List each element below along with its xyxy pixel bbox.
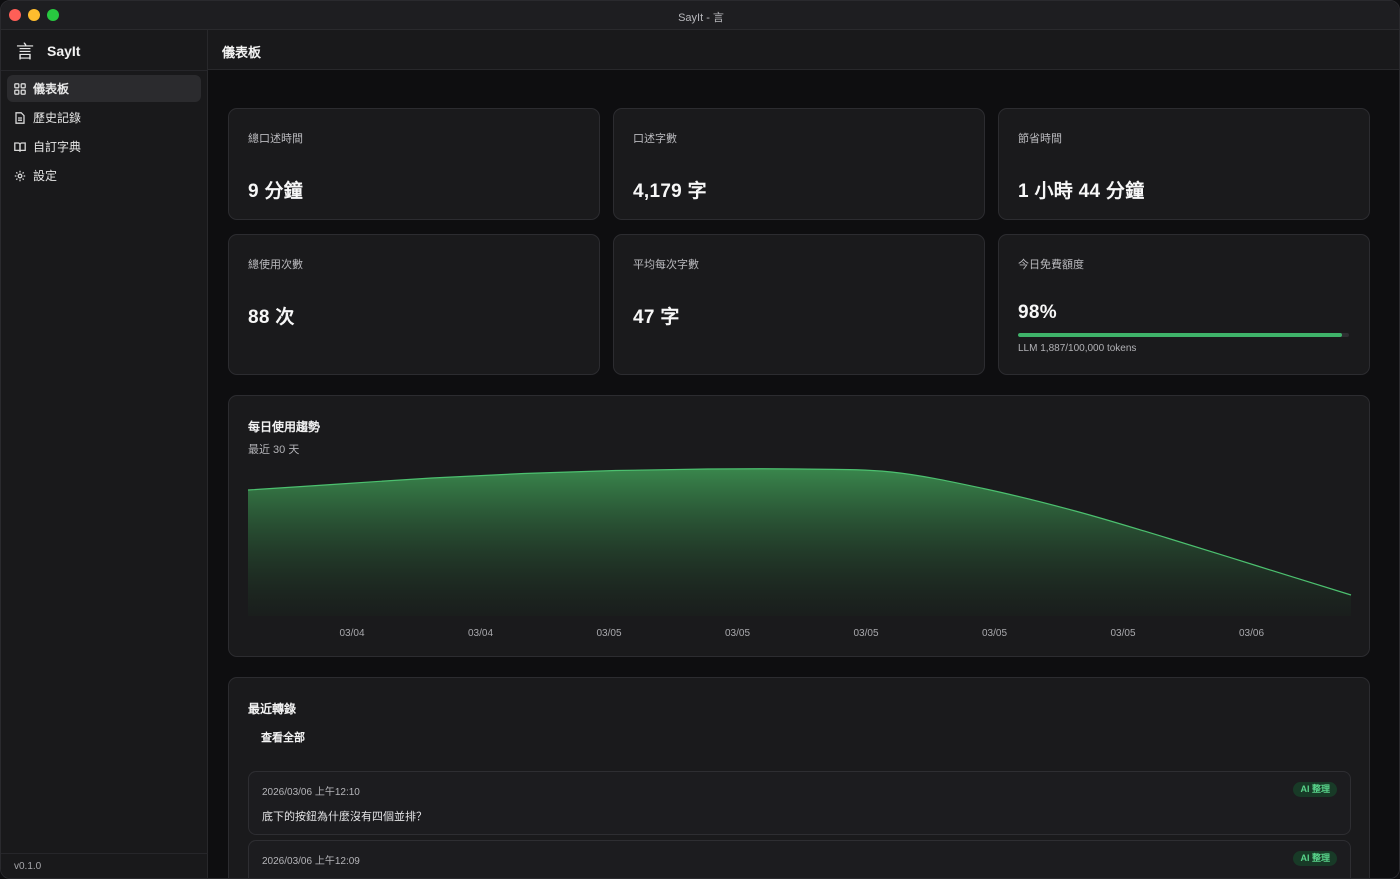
sidebar-footer-divider xyxy=(1,853,208,854)
page-title: 儀表板 xyxy=(222,45,262,60)
stat-card-word-count: 口述字數 4,179 字 xyxy=(613,108,985,220)
chart-area xyxy=(248,468,1351,616)
x-tick-label: 03/04 xyxy=(339,628,364,639)
book-icon xyxy=(14,141,26,153)
sidebar-item-history[interactable]: 歷史記錄 xyxy=(7,104,201,131)
app-version: v0.1.0 xyxy=(14,861,42,872)
quota-detail: LLM 1,887/100,000 tokens xyxy=(1018,343,1137,354)
gear-icon xyxy=(14,170,26,182)
brand: 言 SayIt xyxy=(15,40,81,63)
usage-trend-chart-card: 每日使用趨勢 最近 30 天 03/04 03/04 03/05 03/05 03/05… xyxy=(228,395,1370,657)
page-header: 儀表板 xyxy=(208,30,1399,70)
sidebar-item-label: 設定 xyxy=(33,169,58,183)
x-tick-label: 03/05 xyxy=(982,628,1007,639)
x-tick-label: 03/05 xyxy=(853,628,878,639)
transcript-item[interactable]: 2026/03/06 上午12:10 AI 整理 底下的按鈕為什麼沒有四個並排？ xyxy=(248,771,1351,835)
sidebar-item-settings[interactable]: 設定 xyxy=(7,162,201,189)
sidebar-item-dictionary[interactable]: 自訂字典 xyxy=(7,133,201,160)
transcript-time: 2026/03/06 上午12:10 xyxy=(262,787,360,798)
recent-transcripts-card: 最近轉錄 查看全部 2026/03/06 上午12:10 AI 整理 底下的按鈕… xyxy=(228,677,1370,878)
app-logo-icon: 言 xyxy=(16,42,34,63)
view-all-button[interactable]: 查看全部 xyxy=(261,729,305,745)
stat-label: 總口述時間 xyxy=(248,133,303,145)
stat-label: 今日免費額度 xyxy=(1018,259,1084,271)
window-title: SayIt - 言 xyxy=(678,12,724,24)
stat-value: 47 字 xyxy=(633,307,680,328)
ai-badge: AI 整理 xyxy=(1293,851,1337,866)
document-icon xyxy=(14,111,26,124)
stat-card-free-quota: 今日免費額度 98% LLM 1,887/100,000 tokens xyxy=(998,234,1370,375)
title-bar: SayIt - 言 xyxy=(1,1,1399,30)
transcript-text: 底下的按鈕為什麼沒有四個並排？ xyxy=(262,811,427,823)
dashboard-content: 總口述時間 9 分鐘 口述字數 4,179 字 節省時間 1 小時 44 分鐘 … xyxy=(208,70,1399,878)
stat-card-dictation-time: 總口述時間 9 分鐘 xyxy=(228,108,600,220)
stat-value: 4,179 字 xyxy=(633,181,707,202)
stat-card-time-saved: 節省時間 1 小時 44 分鐘 xyxy=(998,108,1370,220)
usage-trend-chart: 03/04 03/04 03/05 03/05 03/05 03/05 03/05 03/06 xyxy=(247,468,1352,639)
quota-progress-bar xyxy=(1018,333,1349,337)
stat-label: 總使用次數 xyxy=(248,259,303,271)
chart-title: 每日使用趨勢 xyxy=(248,420,321,434)
stat-value: 9 分鐘 xyxy=(248,181,304,202)
sidebar-item-label: 歷史記錄 xyxy=(33,111,82,125)
transcript-time: 2026/03/06 上午12:09 xyxy=(262,856,360,867)
grid-icon xyxy=(14,82,26,95)
sidebar-item-dashboard[interactable]: 儀表板 xyxy=(7,75,201,102)
stat-label: 口述字數 xyxy=(633,133,677,145)
x-tick-label: 03/05 xyxy=(596,628,621,639)
stat-value: 88 次 xyxy=(248,307,295,328)
quota-progress-fill xyxy=(1018,333,1343,337)
stat-card-total-uses: 總使用次數 88 次 xyxy=(228,234,600,375)
app-name: SayIt xyxy=(47,43,81,59)
transcript-item[interactable]: 2026/03/06 上午12:09 AI 整理 xyxy=(248,840,1351,878)
sidebar: 言 SayIt 儀表板 歷史記錄 自訂字典 設定 v0.1.0 xyxy=(1,30,208,878)
ai-badge: AI 整理 xyxy=(1293,782,1337,797)
sidebar-item-label: 自訂字典 xyxy=(33,140,82,154)
stat-value: 1 小時 44 分鐘 xyxy=(1018,181,1145,202)
stat-value: 98% xyxy=(1018,302,1057,323)
recent-title: 最近轉錄 xyxy=(248,702,297,716)
x-tick-label: 03/04 xyxy=(468,628,493,639)
sidebar-divider xyxy=(1,70,208,71)
stat-label: 節省時間 xyxy=(1018,133,1062,145)
x-tick-label: 03/06 xyxy=(1239,628,1264,639)
stat-card-avg-words: 平均每次字數 47 字 xyxy=(613,234,985,375)
x-tick-label: 03/05 xyxy=(1110,628,1135,639)
stat-label: 平均每次字數 xyxy=(633,259,699,271)
x-tick-label: 03/05 xyxy=(725,628,750,639)
sidebar-item-label: 儀表板 xyxy=(33,82,70,96)
sidebar-nav: 儀表板 歷史記錄 自訂字典 設定 xyxy=(7,75,201,191)
app-window: SayIt - 言 言 SayIt 儀表板 歷史記錄 自訂字典 設定 v0.1.… xyxy=(0,0,1400,879)
chart-subtitle: 最近 30 天 xyxy=(248,444,300,456)
